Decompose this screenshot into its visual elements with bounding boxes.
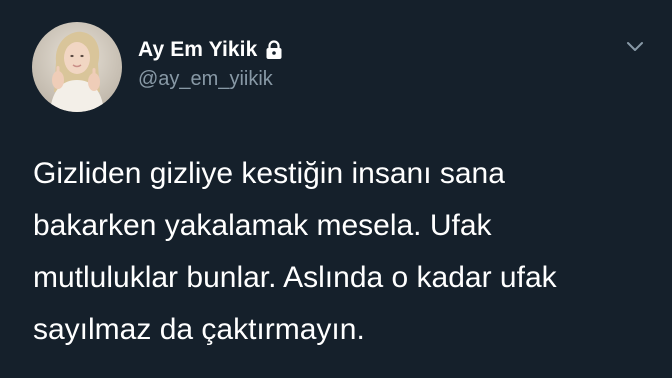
- lock-icon: [265, 40, 283, 60]
- tweet-card: Ay Em Yikik @ay_em_yiikik Gizliden gizli…: [0, 0, 672, 378]
- author-display-name[interactable]: Ay Em Yikik: [138, 38, 257, 62]
- author-identity: Ay Em Yikik @ay_em_yiikik: [138, 38, 283, 91]
- tweet-text: Gizliden gizliye kestiğin insanı sana ba…: [33, 157, 557, 346]
- tweet-header: Ay Em Yikik @ay_em_yiikik: [32, 22, 648, 112]
- profile-photo-icon: [32, 22, 122, 112]
- avatar[interactable]: [32, 22, 122, 112]
- name-row: Ay Em Yikik: [138, 38, 283, 62]
- author-handle[interactable]: @ay_em_yiikik: [138, 68, 283, 91]
- chevron-down-icon[interactable]: [626, 40, 644, 52]
